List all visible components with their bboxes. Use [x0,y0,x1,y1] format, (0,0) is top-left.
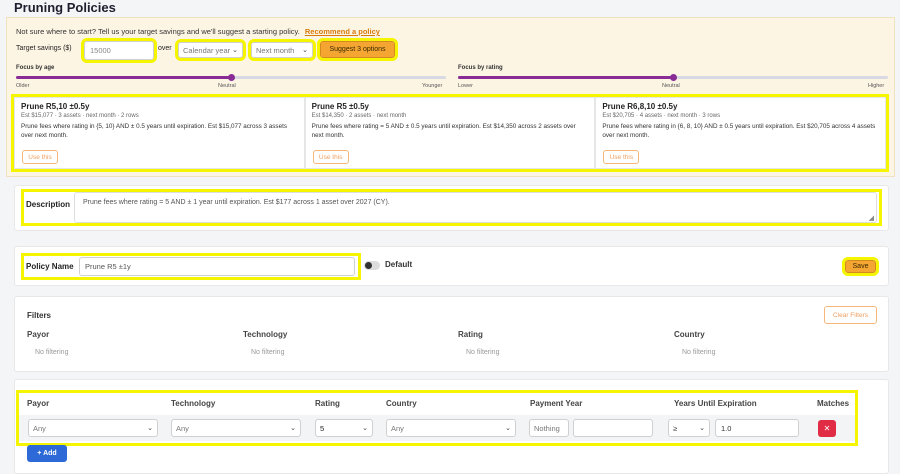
country-select[interactable]: Any ⌄ [386,419,516,437]
use-option-button[interactable]: Use this [22,150,58,164]
over-label: over [158,45,172,52]
operator-select-value: ≥ [673,423,678,433]
default-label: Default [385,260,413,269]
window-select[interactable]: Next month ⌄ [248,39,316,61]
operator-select[interactable]: ≥ ⌄ [668,419,710,437]
years-until-expiration-input[interactable]: 1.0 [715,419,799,437]
col-payor-header: Payor [27,399,50,408]
page-title: Pruning Policies [14,0,116,15]
col-technology-header: Technology [171,399,216,408]
option-card: Prune R5,10 ±0.5y Est $15,077 · 3 assets… [14,97,305,169]
suggest-intro-text: Not sure where to start? Tell us your ta… [16,27,300,36]
window-select-value: Next month [256,45,295,55]
filters-heading: Filters [27,311,52,320]
payment-year-input[interactable] [573,419,653,437]
chevron-down-icon: ⌄ [232,47,238,54]
technology-select[interactable]: Any ⌄ [171,419,301,437]
option-title: Prune R5 ±0.5y [311,102,369,111]
target-savings-input[interactable]: 15000 [81,38,157,63]
delete-row-button[interactable]: ✕ [818,420,836,437]
age-left-label: Older [16,83,30,89]
option-description: Prune fees where rating in {6, 8, 10} AN… [602,123,876,139]
description-label: Description [26,200,71,209]
filter-technology-value: No filtering [251,349,285,356]
rating-select-value: 5 [320,423,325,433]
rating-right-label: Higher [868,83,885,89]
resize-handle-icon[interactable]: ◢ [869,214,874,222]
option-meta: Est $15,077 · 3 assets · next month · 2 … [21,113,139,119]
col-country-header: Country [386,399,417,408]
payor-select[interactable]: Any ⌄ [28,419,158,437]
age-slider-fill [16,76,231,79]
focus-age-title: Focus by age [16,65,55,71]
chevron-down-icon: ⌄ [362,425,368,432]
option-meta: Est $14,350 · 2 assets · next month [311,113,407,119]
description-textarea[interactable]: Prune fees where rating = 5 AND ± 1 year… [74,192,877,223]
chevron-down-icon: ⌄ [699,425,705,432]
filter-rating-label: Rating [458,330,483,339]
option-card: Prune R5 ±0.5y Est $14,350 · 2 assets · … [304,97,596,169]
option-description: Prune fees where rating in {5, 10} AND ±… [21,123,287,139]
chevron-down-icon: ⌄ [505,425,511,432]
col-matches-header: Matches [817,399,850,408]
chevron-down-icon: ⌄ [302,47,308,54]
default-toggle[interactable] [364,261,380,270]
chevron-down-icon: ⌄ [290,425,296,432]
filter-payor-value: No filtering [35,349,69,356]
rating-center-label: Neutral [662,83,680,89]
filter-country-label: Country [674,330,705,339]
suggest-intro: Not sure where to start? Tell us your ta… [16,27,380,36]
chevron-down-icon: ⌄ [147,425,153,432]
filter-country-value: No filtering [682,349,716,356]
save-button[interactable]: Save [842,257,879,276]
rating-select[interactable]: 5 ⌄ [315,419,373,437]
payment-year-mode-select[interactable]: Nothing [529,419,569,437]
technology-select-value: Any [176,423,189,433]
option-card: Prune R6,8,10 ±0.5y Est $20,705 · 4 asse… [595,97,887,169]
use-option-button[interactable]: Use this [312,150,349,164]
rating-slider-fill [458,76,673,79]
option-meta: Est $20,705 · 4 assets · next month · 3 … [602,113,721,119]
suggested-options: Prune R5,10 ±0.5y Est $15,077 · 3 assets… [11,94,889,172]
policy-name-input[interactable]: Prune R5 ±1y [79,257,355,276]
recommend-policy-link[interactable]: Recommend a policy [305,27,380,36]
focus-rating-title: Focus by rating [458,65,503,71]
filter-rating-value: No filtering [466,349,500,356]
payor-select-value: Any [33,423,46,433]
default-toggle-knob [365,262,372,269]
rating-left-label: Lower [458,83,473,89]
rating-slider-thumb[interactable] [669,74,677,81]
description-text: Prune fees where rating = 5 AND ± 1 year… [83,199,390,206]
option-description: Prune fees where rating = 5 AND ± 0.5 ye… [311,123,576,139]
policy-name-group: Policy Name Prune R5 ±1y [21,253,361,280]
age-center-label: Neutral [218,83,236,89]
description-field-group: Description Prune fees where rating = 5 … [21,189,882,226]
filter-payor-label: Payor [27,330,50,339]
close-icon: ✕ [823,424,831,433]
target-savings-label: Target savings ($) [16,45,72,52]
col-rating-header: Rating [315,399,340,408]
rules-table: Payor Technology Rating Country Payment … [16,390,858,446]
add-row-button[interactable]: + Add [27,445,67,462]
col-years-expiration-header: Years Until Expiration [674,399,757,408]
focus-rating-slider[interactable] [458,74,888,81]
filters-panel [14,296,889,372]
filter-technology-label: Technology [243,330,288,339]
option-title: Prune R6,8,10 ±0.5y [602,102,678,111]
payment-year-mode-value: Nothing [534,423,560,433]
col-payment-year-header: Payment Year [530,399,583,408]
option-title: Prune R5,10 ±0.5y [21,102,90,111]
use-option-button[interactable]: Use this [603,150,640,164]
age-right-label: Younger [422,83,443,89]
period-select[interactable]: Calendar year ⌄ [175,39,246,61]
period-select-value: Calendar year [183,45,231,55]
age-slider-thumb[interactable] [227,74,235,81]
clear-filters-button[interactable]: Clear Filters [824,306,877,324]
focus-age-slider[interactable] [16,74,446,81]
suggest-options-button[interactable]: Suggest 3 options [317,38,398,61]
country-select-value: Any [391,423,404,433]
policy-name-label: Policy Name [26,262,74,271]
